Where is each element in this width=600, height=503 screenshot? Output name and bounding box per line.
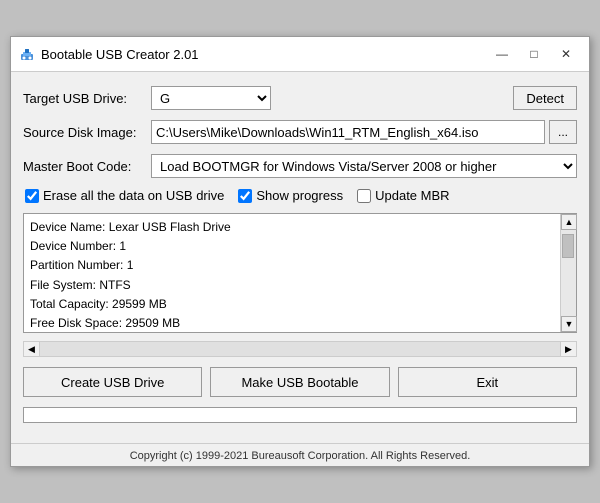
master-boot-select[interactable]: Load BOOTMGR for Windows Vista/Server 20…: [151, 154, 577, 178]
progress-checkbox-item: Show progress: [238, 188, 343, 203]
scroll-right-arrow[interactable]: ▶: [560, 342, 576, 356]
progress-bar: [23, 407, 577, 423]
source-controls: ...: [151, 120, 577, 144]
device-info-text: Device Name: Lexar USB Flash Drive Devic…: [30, 218, 556, 333]
master-controls: Load BOOTMGR for Windows Vista/Server 20…: [151, 154, 577, 178]
detect-button[interactable]: Detect: [513, 86, 577, 110]
content-area: Target USB Drive: G H I Detect Source Di…: [11, 72, 589, 443]
target-label: Target USB Drive:: [23, 91, 143, 106]
h-scroll-track: [40, 342, 560, 356]
main-window: Bootable USB Creator 2.01 — □ ✕ Target U…: [10, 36, 590, 467]
create-usb-button[interactable]: Create USB Drive: [23, 367, 202, 397]
browse-button[interactable]: ...: [549, 120, 577, 144]
scroll-thumb[interactable]: [562, 234, 574, 258]
maximize-button[interactable]: □: [519, 43, 549, 65]
scroll-track: [561, 230, 576, 316]
target-usb-select[interactable]: G H I: [151, 86, 271, 110]
update-mbr-checkbox[interactable]: [357, 189, 371, 203]
title-bar: Bootable USB Creator 2.01 — □ ✕: [11, 37, 589, 72]
update-mbr-checkbox-item: Update MBR: [357, 188, 449, 203]
master-boot-row: Master Boot Code: Load BOOTMGR for Windo…: [23, 154, 577, 178]
source-path-input[interactable]: [151, 120, 545, 144]
checkboxes-row: Erase all the data on USB drive Show pro…: [23, 188, 577, 203]
source-label: Source Disk Image:: [23, 125, 143, 140]
vertical-scrollbar[interactable]: ▲ ▼: [560, 214, 576, 332]
progress-label[interactable]: Show progress: [256, 188, 343, 203]
master-label: Master Boot Code:: [23, 159, 143, 174]
close-button[interactable]: ✕: [551, 43, 581, 65]
action-buttons-row: Create USB Drive Make USB Bootable Exit: [23, 367, 577, 397]
footer: Copyright (c) 1999-2021 Bureausoft Corpo…: [11, 443, 589, 466]
scroll-left-arrow[interactable]: ◀: [24, 342, 40, 356]
erase-checkbox-item: Erase all the data on USB drive: [25, 188, 224, 203]
target-controls: G H I Detect: [151, 86, 577, 110]
device-info-box: Device Name: Lexar USB Flash Drive Devic…: [23, 213, 577, 333]
erase-label[interactable]: Erase all the data on USB drive: [43, 188, 224, 203]
make-bootable-button[interactable]: Make USB Bootable: [210, 367, 389, 397]
scroll-up-arrow[interactable]: ▲: [561, 214, 577, 230]
progress-checkbox[interactable]: [238, 189, 252, 203]
exit-button[interactable]: Exit: [398, 367, 577, 397]
minimize-button[interactable]: —: [487, 43, 517, 65]
copyright-text: Copyright (c) 1999-2021 Bureausoft Corpo…: [130, 450, 471, 462]
target-usb-row: Target USB Drive: G H I Detect: [23, 86, 577, 110]
horizontal-scrollbar[interactable]: ◀ ▶: [23, 341, 577, 357]
app-icon: [19, 46, 35, 62]
window-controls: — □ ✕: [487, 43, 581, 65]
scroll-down-arrow[interactable]: ▼: [561, 316, 577, 332]
window-title: Bootable USB Creator 2.01: [41, 47, 481, 62]
source-disk-row: Source Disk Image: ...: [23, 120, 577, 144]
update-mbr-label[interactable]: Update MBR: [375, 188, 449, 203]
erase-checkbox[interactable]: [25, 189, 39, 203]
